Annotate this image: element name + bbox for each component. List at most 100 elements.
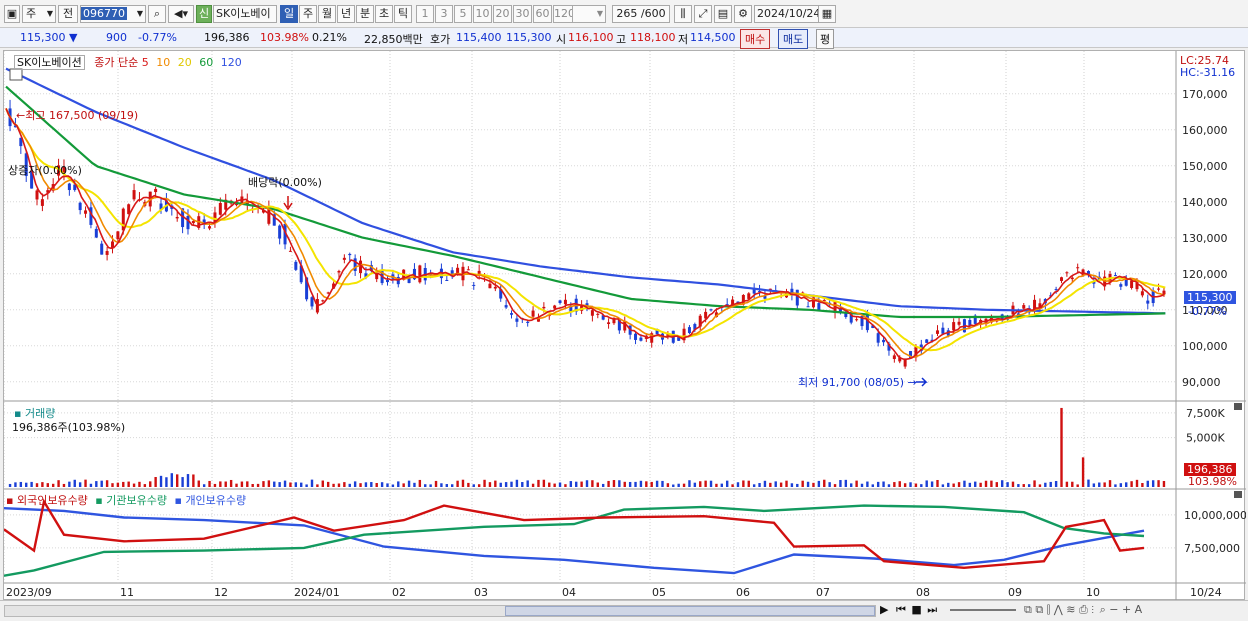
candle-body — [882, 339, 886, 343]
volume-bar — [294, 482, 298, 487]
bar-icon[interactable]: ⫿ — [1047, 603, 1051, 616]
market-select[interactable]: 전 — [58, 5, 78, 23]
minute-option-3[interactable]: 3 — [435, 5, 453, 23]
volume-bar — [747, 480, 750, 487]
stock-code-input[interactable]: 096770 ▼ — [80, 5, 146, 23]
timeframe-6[interactable]: 틱 — [394, 5, 412, 23]
volume-bar — [300, 482, 303, 487]
chart-area[interactable]: 2023/09 11 12 2024/01 02 03 04 05 06 07 08 09 10 10/2… — [3, 50, 1247, 601]
volume-bar — [628, 481, 632, 487]
minute-option-60[interactable]: 60 — [533, 5, 552, 23]
sell-button[interactable]: 매도 — [778, 29, 809, 49]
scrollbar-thumb[interactable] — [505, 606, 875, 616]
volume-bar — [1081, 457, 1085, 487]
volume-bar — [930, 481, 934, 487]
minute-option-5[interactable]: 5 — [454, 5, 472, 23]
period-type-select[interactable]: 주 ▼ — [22, 5, 56, 23]
copy-icon[interactable]: ⧉ — [1024, 603, 1032, 616]
candle-body — [709, 309, 713, 311]
candle-icon[interactable]: ⫼ — [674, 5, 692, 23]
volume-bar — [1027, 484, 1031, 487]
save-icon[interactable]: ▤ — [714, 5, 732, 23]
pattern-icon[interactable]: ≋ — [1066, 603, 1075, 616]
minute-option-30[interactable]: 30 — [513, 5, 532, 23]
scroll-right-icon[interactable]: ▶ — [880, 603, 888, 616]
eval-button[interactable]: 평 — [816, 29, 835, 49]
volume-bar — [850, 483, 853, 487]
volume-bar — [62, 483, 66, 487]
timeframe-1[interactable]: 주 — [299, 5, 317, 23]
draw-icon[interactable]: ⤢ — [694, 5, 712, 23]
timeframe-0[interactable]: 일 — [280, 5, 298, 23]
volume-bar — [1146, 480, 1149, 487]
chart-type-icon[interactable]: ⫶ — [1091, 603, 1094, 616]
x-tick-label: 2024/01 — [294, 586, 340, 599]
volume: 196,386 — [204, 31, 250, 44]
maximize-icon — [1234, 403, 1242, 410]
volume-bar — [192, 474, 195, 487]
candle-body — [208, 226, 212, 229]
scroll-last-icon[interactable]: ⏭ — [927, 603, 937, 616]
calendar-icon[interactable]: ▦ — [818, 5, 836, 23]
plus-icon[interactable]: + — [1122, 603, 1131, 616]
volume-bar — [553, 483, 556, 487]
volume-bar — [219, 481, 222, 487]
text-icon[interactable]: A — [1135, 603, 1143, 616]
gear-icon[interactable]: ⚙ — [734, 5, 752, 23]
search-icon[interactable]: ⌕ — [148, 5, 166, 23]
current-price: 115,300 ▼ — [20, 31, 78, 44]
volume-bar — [127, 481, 130, 487]
volume-bar — [893, 482, 896, 487]
minute-custom-select[interactable]: ▼ — [572, 5, 606, 23]
chart-svg[interactable]: 2023/09 11 12 2024/01 02 03 04 05 06 07 08 09 10 10/2… — [3, 51, 1247, 601]
new-badge[interactable]: 신 — [196, 5, 212, 23]
volume-bar — [494, 480, 497, 487]
candle-body — [822, 300, 826, 302]
compare-icon[interactable]: ⧉ — [1035, 603, 1043, 616]
volume-bar — [68, 481, 71, 487]
volume-bar — [267, 480, 271, 487]
volume-bar — [407, 480, 411, 487]
volume-bar — [337, 483, 341, 487]
candle-body — [1157, 288, 1161, 290]
scroll-first-icon[interactable]: ⏮ — [896, 603, 906, 616]
search-icon[interactable]: ⌕ — [1100, 603, 1106, 616]
buy-button[interactable]: 매수 — [740, 29, 771, 49]
volume-bar — [1017, 484, 1020, 487]
horizontal-scrollbar[interactable] — [4, 605, 876, 617]
stop-icon[interactable]: ■ — [911, 603, 921, 616]
zigzag-icon[interactable]: ⋀ — [1054, 603, 1063, 616]
timeframe-4[interactable]: 분 — [356, 5, 374, 23]
volume-bar — [769, 482, 772, 487]
price-change: 900 — [106, 31, 127, 44]
timeframe-5[interactable]: 초 — [375, 5, 393, 23]
print-icon[interactable]: ⎙ — [1079, 603, 1088, 616]
candle-body — [175, 216, 179, 219]
stock-code-value: 096770 — [81, 7, 127, 20]
volume-bar — [866, 481, 869, 487]
volume-bar — [402, 483, 405, 487]
volume-bar — [990, 480, 993, 487]
candle-body — [531, 310, 535, 317]
volume-bar — [634, 481, 637, 487]
volume-bar — [1098, 482, 1101, 487]
volume-bar — [758, 483, 761, 487]
timeframe-2[interactable]: 월 — [318, 5, 336, 23]
speaker-icon[interactable]: ◀▾ — [168, 5, 194, 23]
candle-body — [607, 322, 611, 325]
candle-body — [488, 283, 492, 289]
minus-icon[interactable]: − — [1109, 603, 1118, 616]
window-icon[interactable]: ▣ — [4, 5, 20, 23]
minute-option-1[interactable]: 1 — [416, 5, 434, 23]
minute-option-10[interactable]: 10 — [473, 5, 492, 23]
timeframe-3[interactable]: 년 — [337, 5, 355, 23]
volume-bar — [154, 477, 157, 487]
y-tick-label: 160,000 — [1182, 124, 1228, 137]
y-tick-label: 130,000 — [1182, 232, 1228, 245]
candle-body — [116, 231, 120, 240]
zoom-slider[interactable] — [950, 609, 1016, 611]
count-display[interactable]: 265 /600 — [612, 5, 670, 23]
minute-option-20[interactable]: 20 — [493, 5, 512, 23]
candle-body — [375, 273, 379, 280]
x-tick-label: 03 — [474, 586, 488, 599]
